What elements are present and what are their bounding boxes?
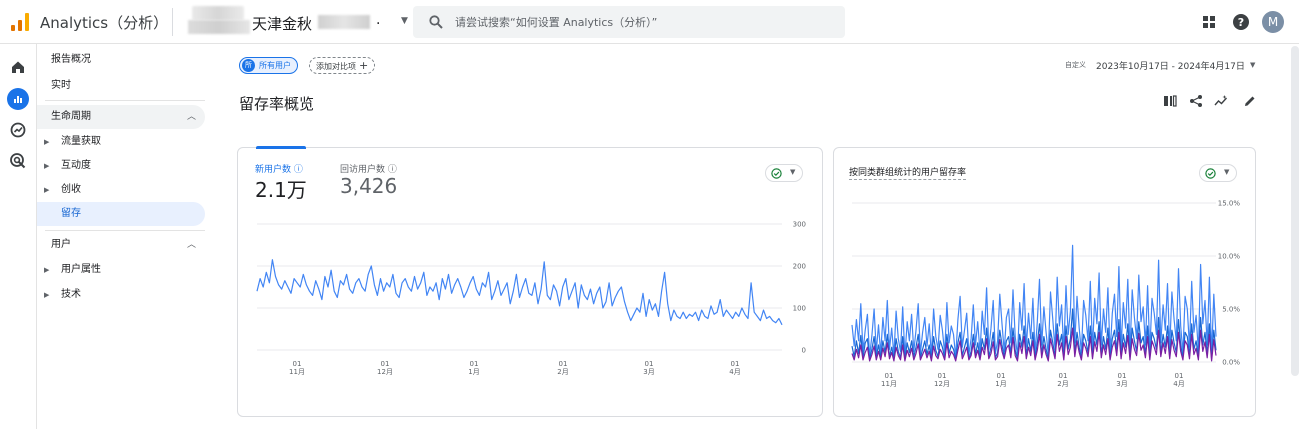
- retention-y-tick-label: 15.0%: [1218, 200, 1241, 208]
- retention-x-tick-day: 01: [1059, 372, 1068, 380]
- retention-x-tick-day: 01: [1118, 372, 1127, 380]
- retention-x-tick-day: 01: [938, 372, 947, 380]
- retention-x-tick-month: 11月: [881, 380, 897, 388]
- retention-x-tick-day: 01: [1175, 372, 1184, 380]
- retention-y-tick-label: 0.0%: [1222, 359, 1240, 367]
- retention-x-tick-day: 01: [997, 372, 1006, 380]
- retention-y-tick-label: 5.0%: [1222, 306, 1240, 314]
- retention-y-tick-label: 10.0%: [1218, 253, 1241, 261]
- retention-x-tick-month: 2月: [1057, 380, 1068, 388]
- retention-line-chart: 15.0%10.0%5.0%0.0%0111月0112月011月012月013月…: [851, 200, 1241, 388]
- retention-x-tick-month: 4月: [1173, 380, 1184, 388]
- retention-x-tick-month: 1月: [995, 380, 1006, 388]
- scrollbar[interactable]: [1291, 46, 1299, 376]
- retention-x-tick-day: 01: [885, 372, 894, 380]
- retention-x-tick-month: 12月: [934, 380, 950, 388]
- retention-x-tick-month: 3月: [1116, 380, 1127, 388]
